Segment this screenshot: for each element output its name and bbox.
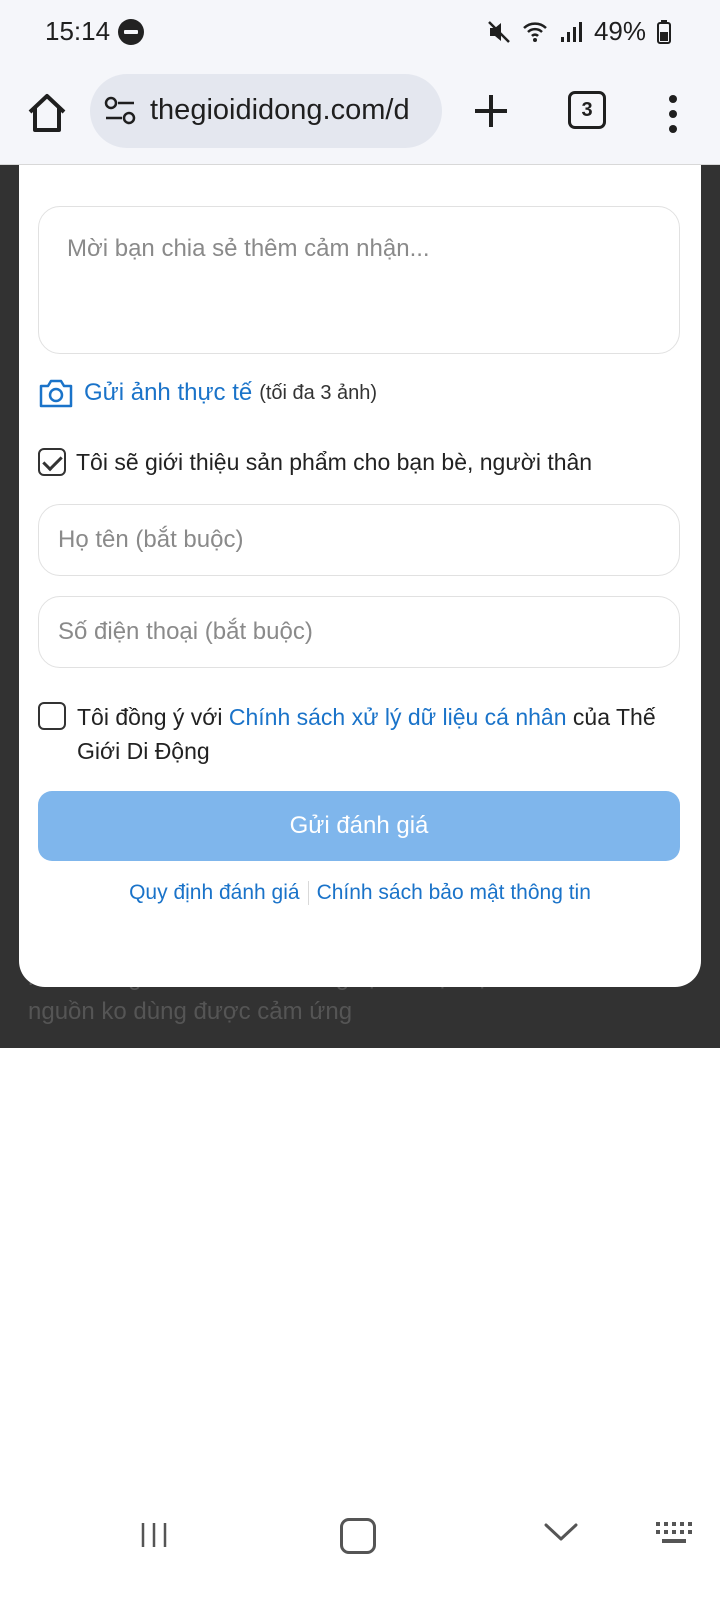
home-button-icon[interactable]: [340, 1518, 376, 1554]
menu-icon[interactable]: [668, 94, 678, 134]
recommend-row[interactable]: Tôi sẽ giới thiệu sản phẩm cho bạn bè, n…: [38, 448, 592, 476]
url-text[interactable]: thegioididong.com/d: [150, 94, 410, 127]
privacy-info-link[interactable]: Chính sách bảo mật thông tin: [317, 881, 591, 904]
recent-apps-icon[interactable]: [139, 1520, 169, 1550]
link-divider: [307, 881, 309, 906]
home-icon[interactable]: [24, 90, 70, 136]
recommend-label[interactable]: Tôi sẽ giới thiệu sản phẩm cho bạn bè, n…: [76, 449, 592, 476]
status-time: 15:14: [45, 16, 111, 46]
modal-backdrop[interactable]: màn tháng 11 lúc lúc cảm ứng bị đơ hiện …: [0, 165, 720, 1048]
phone-field[interactable]: Số điện thoại (bắt buộc): [38, 596, 680, 668]
signal-icon: [560, 21, 582, 42]
submit-review-button[interactable]: Gửi đánh giá: [38, 791, 680, 861]
agree-text: Tôi đồng ý với Chính sách xử lý dữ liệu …: [77, 704, 656, 764]
battery-icon: [657, 19, 671, 44]
back-icon[interactable]: [544, 1522, 578, 1542]
address-bar[interactable]: thegioididong.com/d: [90, 74, 442, 148]
system-nav-bar: [0, 1490, 720, 1600]
camera-icon: [39, 379, 73, 408]
review-form-card: Mời bạn chia sẻ thêm cảm nhận... Gửi ảnh…: [19, 165, 701, 987]
new-tab-icon[interactable]: [472, 92, 510, 130]
review-rules-link[interactable]: Quy định đánh giá: [129, 881, 299, 904]
upload-photo-link[interactable]: Gửi ảnh thực tế (tối đa 3 ảnh): [38, 377, 377, 409]
footer-links: Quy định đánh giá Chính sách bảo mật thôn…: [19, 881, 701, 906]
site-settings-icon[interactable]: [104, 96, 136, 126]
status-bar: 15:14 49%: [0, 0, 720, 64]
keyboard-icon[interactable]: [654, 1518, 694, 1548]
wifi-icon: [523, 21, 547, 42]
agree-checkbox[interactable]: [38, 702, 66, 730]
battery-percent: 49%: [593, 16, 646, 46]
browser-toolbar: thegioididong.com/d 3: [0, 64, 720, 165]
upload-photo-label[interactable]: Gửi ảnh thực tế: [84, 379, 252, 407]
dnd-icon: [118, 19, 144, 45]
recommend-checkbox[interactable]: [38, 448, 66, 476]
comment-textarea[interactable]: Mời bạn chia sẻ thêm cảm nhận...: [38, 206, 680, 354]
name-field[interactable]: Họ tên (bắt buộc): [38, 504, 680, 576]
privacy-policy-link[interactable]: Chính sách xử lý dữ liệu cá nhân: [229, 704, 567, 730]
mute-icon: [488, 20, 510, 43]
upload-photo-note: (tối đa 3 ảnh): [259, 381, 378, 404]
status-icons: 49%: [486, 16, 672, 47]
tabs-icon[interactable]: 3: [568, 91, 606, 129]
